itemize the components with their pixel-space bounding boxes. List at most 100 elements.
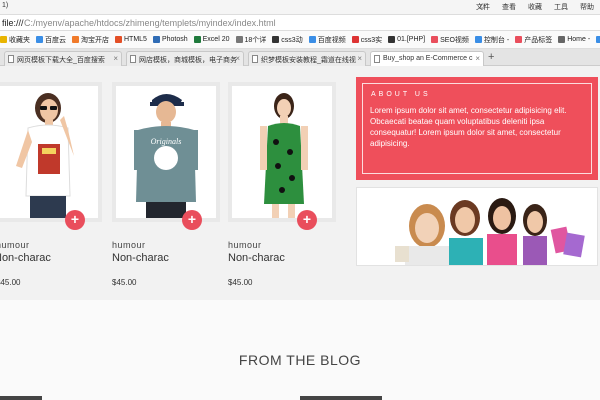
tab-label: 网页模板下载大全_百度搜索 <box>17 57 105 64</box>
favorite-label: HTML5 <box>124 36 147 43</box>
close-icon[interactable]: × <box>357 54 362 63</box>
favorite-label: Excel 20 <box>202 36 230 43</box>
bookmark-icon <box>235 36 243 43</box>
product-price: $45.00 <box>228 278 253 287</box>
product-name[interactable]: Non-charac <box>112 252 169 264</box>
window-title: 1) <box>2 2 9 9</box>
address-path[interactable]: C:/myenv/apache/htdocs/zhimeng/templets/… <box>24 18 276 28</box>
favorite-label: 淘宝开店 <box>81 36 109 44</box>
blog-image-strip <box>300 396 382 400</box>
product-price: $45.00 <box>0 278 21 287</box>
tab-label: 网店模板，商城模板，电子商务 <box>139 57 237 64</box>
product-card[interactable]: Originals + humour Non-charac $45.00 <box>112 82 222 287</box>
tab-dede-tutorial[interactable]: 织梦模板安装教程_霜道在线视 × <box>248 51 366 66</box>
page-icon <box>374 55 380 63</box>
favorite-label: css3动 <box>281 36 303 44</box>
favorite-label: 百度云 <box>45 36 66 44</box>
menu-help[interactable]: 帮助 <box>580 2 594 12</box>
favorite-link[interactable]: 01.[PHP] <box>388 36 425 43</box>
bookmark-icon <box>351 36 359 43</box>
favorite-link[interactable]: 淘宝开店 <box>72 35 109 45</box>
favorite-link[interactable]: 收藏夹 <box>0 35 30 45</box>
bookmark-icon <box>115 36 122 43</box>
promo-banner[interactable] <box>356 187 598 266</box>
favorite-label: 18个详 <box>244 36 267 44</box>
tab-baidu-search[interactable]: 网页模板下载大全_百度搜索 × <box>4 51 122 66</box>
about-text: Lorem ipsum dolor sit amet, consectetur … <box>370 106 567 148</box>
favorite-label: 01.[PHP] <box>397 36 426 43</box>
favorite-link[interactable]: 控制台 - <box>474 35 510 45</box>
blog-section <box>0 300 600 400</box>
close-icon[interactable]: × <box>475 54 480 63</box>
menu-view[interactable]: 查看 <box>502 2 516 12</box>
page-content: + humour Non-charac $45.00 Originals + h… <box>0 66 600 400</box>
browser-menu: 文件 查看 收藏 工具 帮助 <box>476 2 594 12</box>
favorite-link[interactable]: css3动 <box>272 35 303 45</box>
product-name[interactable]: Non-charac <box>0 252 51 264</box>
add-to-cart-button[interactable]: + <box>65 210 85 230</box>
bookmark-icon <box>388 36 396 43</box>
tab-bar: 网页模板下载大全_百度搜索 × 网店模板，商城模板，电子商务 × 织梦模板安装教… <box>0 49 600 66</box>
bookmark-icon <box>152 36 160 43</box>
browser-title-bar: 1) ☺ 文件 查看 收藏 工具 帮助 <box>0 0 600 14</box>
tab-buy-shop[interactable]: Buy_shop an E-Commerce c × <box>370 51 484 66</box>
page-icon <box>130 55 136 63</box>
new-tab-button[interactable]: + <box>488 51 494 63</box>
product-image[interactable] <box>228 82 336 222</box>
favorite-label: 产品标签 <box>524 36 553 44</box>
favorite-label: 收藏夹 <box>9 36 30 44</box>
page-icon <box>8 55 14 63</box>
bookmark-icon <box>308 36 316 43</box>
product-image[interactable] <box>0 82 102 222</box>
svg-text:Originals: Originals <box>151 137 182 146</box>
product-image[interactable]: Originals <box>112 82 220 222</box>
favorite-link[interactable]: Photosh <box>152 36 188 43</box>
bookmark-icon <box>0 36 7 43</box>
shirt-print <box>154 146 178 170</box>
favorite-link[interactable]: 18个详 <box>235 35 267 45</box>
page-icon <box>252 55 258 63</box>
favorite-label: 百度视频 <box>317 36 346 44</box>
favorite-link[interactable]: 百度视频 <box>308 35 346 45</box>
favorite-label: Home - <box>567 36 591 43</box>
favorite-label: css3实 <box>360 36 383 44</box>
shoppers-photo <box>357 188 597 265</box>
bookmark-icon <box>474 36 482 43</box>
close-icon[interactable]: × <box>235 54 240 63</box>
product-name[interactable]: Non-charac <box>228 252 285 264</box>
bookmark-icon <box>193 36 201 43</box>
address-bar[interactable]: file:/// C:/myenv/apache/htdocs/zhimeng/… <box>0 14 600 31</box>
favorite-link[interactable]: SEO视频 <box>431 35 469 45</box>
menu-file[interactable]: 文件 <box>476 2 490 12</box>
blog-image-strip <box>0 396 42 400</box>
tab-shop-templates[interactable]: 网店模板，商城模板，电子商务 × <box>126 51 244 66</box>
bookmark-icon <box>515 36 523 43</box>
favorite-label: 控制台 - <box>483 36 510 44</box>
favorites-bar: 收藏夹 百度云 淘宝开店 HTML5 Photosh Excel 20 18个详 css3动 百… <box>0 31 600 49</box>
about-heading: ABOUT US <box>371 91 431 98</box>
favorite-label: Photosh <box>161 36 188 43</box>
close-icon[interactable]: × <box>113 54 118 63</box>
favorite-link[interactable]: HTML5 <box>115 36 147 43</box>
product-card[interactable]: + humour Non-charac $45.00 <box>228 82 338 287</box>
product-card[interactable]: + humour Non-charac $45.00 <box>0 82 104 287</box>
favorite-link[interactable]: 超实用 <box>596 35 600 45</box>
model-photo <box>232 86 332 218</box>
add-to-cart-button[interactable]: + <box>297 210 317 230</box>
favorite-link[interactable]: Excel 20 <box>193 36 230 43</box>
address-protocol: file:/// <box>2 18 24 28</box>
favorite-link[interactable]: 百度云 <box>36 35 66 45</box>
product-category: humour <box>0 240 30 250</box>
bookmark-icon <box>558 36 566 43</box>
bookmark-icon <box>272 36 280 43</box>
product-category: humour <box>228 240 262 250</box>
favorite-link[interactable]: Home - <box>558 36 590 43</box>
favorite-label: SEO视频 <box>440 36 469 44</box>
favorite-link[interactable]: css3实 <box>351 35 383 45</box>
shirt-print <box>273 139 279 145</box>
menu-favorites[interactable]: 收藏 <box>528 2 542 12</box>
favorite-link[interactable]: 产品标签 <box>515 35 552 45</box>
add-to-cart-button[interactable]: + <box>182 210 202 230</box>
blog-title: FROM THE BLOG <box>238 352 362 368</box>
menu-tools[interactable]: 工具 <box>554 2 568 12</box>
